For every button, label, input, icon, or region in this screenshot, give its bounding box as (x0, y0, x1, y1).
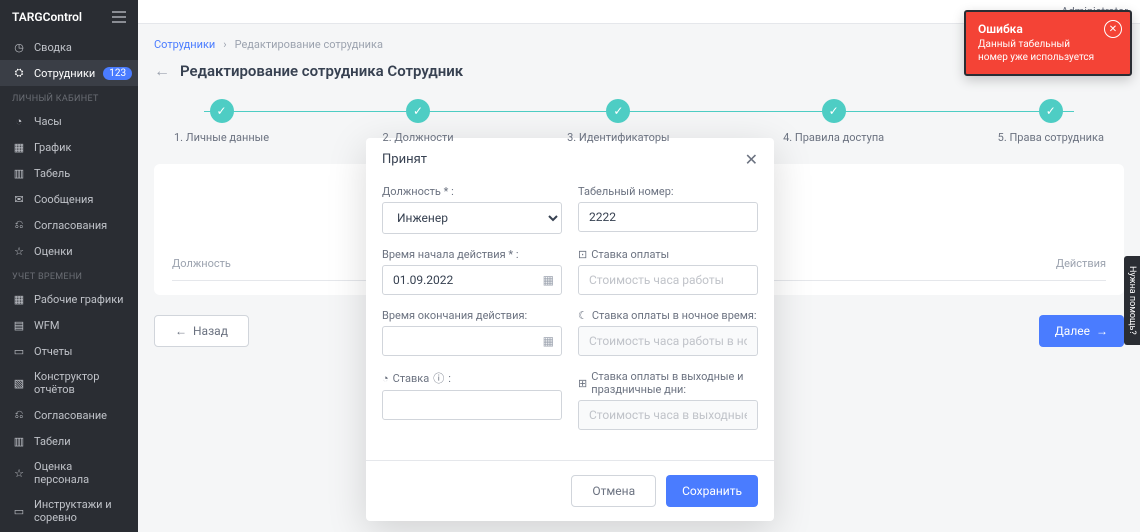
toast-message: Данный табельный номер уже используется (978, 38, 1100, 64)
check-icon (822, 99, 846, 123)
calendar-icon[interactable]: ▦ (543, 334, 554, 348)
step-4[interactable]: 4. Правила доступа (783, 99, 884, 144)
end-date-input[interactable] (382, 326, 562, 356)
check-icon (606, 99, 630, 123)
clock-icon: ◔ (382, 372, 389, 385)
pay-rate-label: ⊡Ставка оплаты (578, 248, 758, 261)
step-1[interactable]: 1. Личные данные (174, 99, 269, 144)
start-date-input[interactable] (382, 265, 562, 295)
toast-title: Ошибка (978, 22, 1100, 36)
rate-label: ◔Ставкаⓘ : (382, 370, 562, 386)
modal-footer: Отмена Сохранить (366, 460, 774, 521)
cancel-button[interactable]: Отмена (571, 475, 656, 507)
toast-close-icon[interactable]: ✕ (1104, 20, 1122, 38)
holiday-rate-input (578, 400, 758, 430)
step-label: 5. Права сотрудника (998, 131, 1104, 144)
close-icon[interactable]: ✕ (745, 150, 758, 169)
info-icon[interactable]: ⓘ (433, 370, 444, 386)
position-modal: Принят ✕ Должность * : Инженер Табельный… (366, 138, 774, 521)
step-label: 3. Идентификаторы (567, 131, 669, 144)
check-icon (210, 99, 234, 123)
step-label: 2. Должности (383, 131, 454, 144)
step-5[interactable]: 5. Права сотрудника (998, 99, 1104, 144)
night-rate-input (578, 326, 758, 356)
step-label: 1. Личные данные (174, 131, 269, 144)
start-date-label: Время начала действия * : (382, 248, 562, 261)
position-select[interactable]: Инженер (382, 202, 562, 234)
calendar-icon[interactable]: ▦ (543, 273, 554, 287)
modal-body: Должность * : Инженер Табельный номер: В… (366, 181, 774, 460)
help-tab[interactable]: Нужна помощь? (1124, 256, 1140, 345)
moon-icon: ☾ (578, 309, 588, 322)
holiday-rate-label: ⊞Ставка оплаты в выходные и праздничные … (578, 370, 758, 396)
step-3[interactable]: 3. Идентификаторы (567, 99, 669, 144)
check-icon (1039, 99, 1063, 123)
night-rate-label: ☾Ставка оплаты в ночное время: (578, 309, 758, 322)
tab-number-input[interactable] (578, 202, 758, 232)
error-toast: Ошибка Данный табельный номер уже исполь… (964, 10, 1132, 76)
save-button[interactable]: Сохранить (666, 475, 758, 507)
end-date-label: Время окончания действия: (382, 309, 562, 322)
modal-title: Принят (382, 152, 427, 167)
tab-number-label: Табельный номер: (578, 185, 758, 198)
modal-overlay: Принят ✕ Должность * : Инженер Табельный… (0, 0, 1140, 532)
pay-rate-input[interactable] (578, 265, 758, 295)
holiday-icon: ⊞ (578, 377, 587, 390)
modal-header: Принят ✕ (366, 138, 774, 181)
step-label: 4. Правила доступа (783, 131, 884, 144)
rate-input[interactable] (382, 390, 562, 420)
money-icon: ⊡ (578, 248, 587, 261)
step-2[interactable]: 2. Должности (383, 99, 454, 144)
check-icon (406, 99, 430, 123)
position-label: Должность * : (382, 185, 562, 198)
